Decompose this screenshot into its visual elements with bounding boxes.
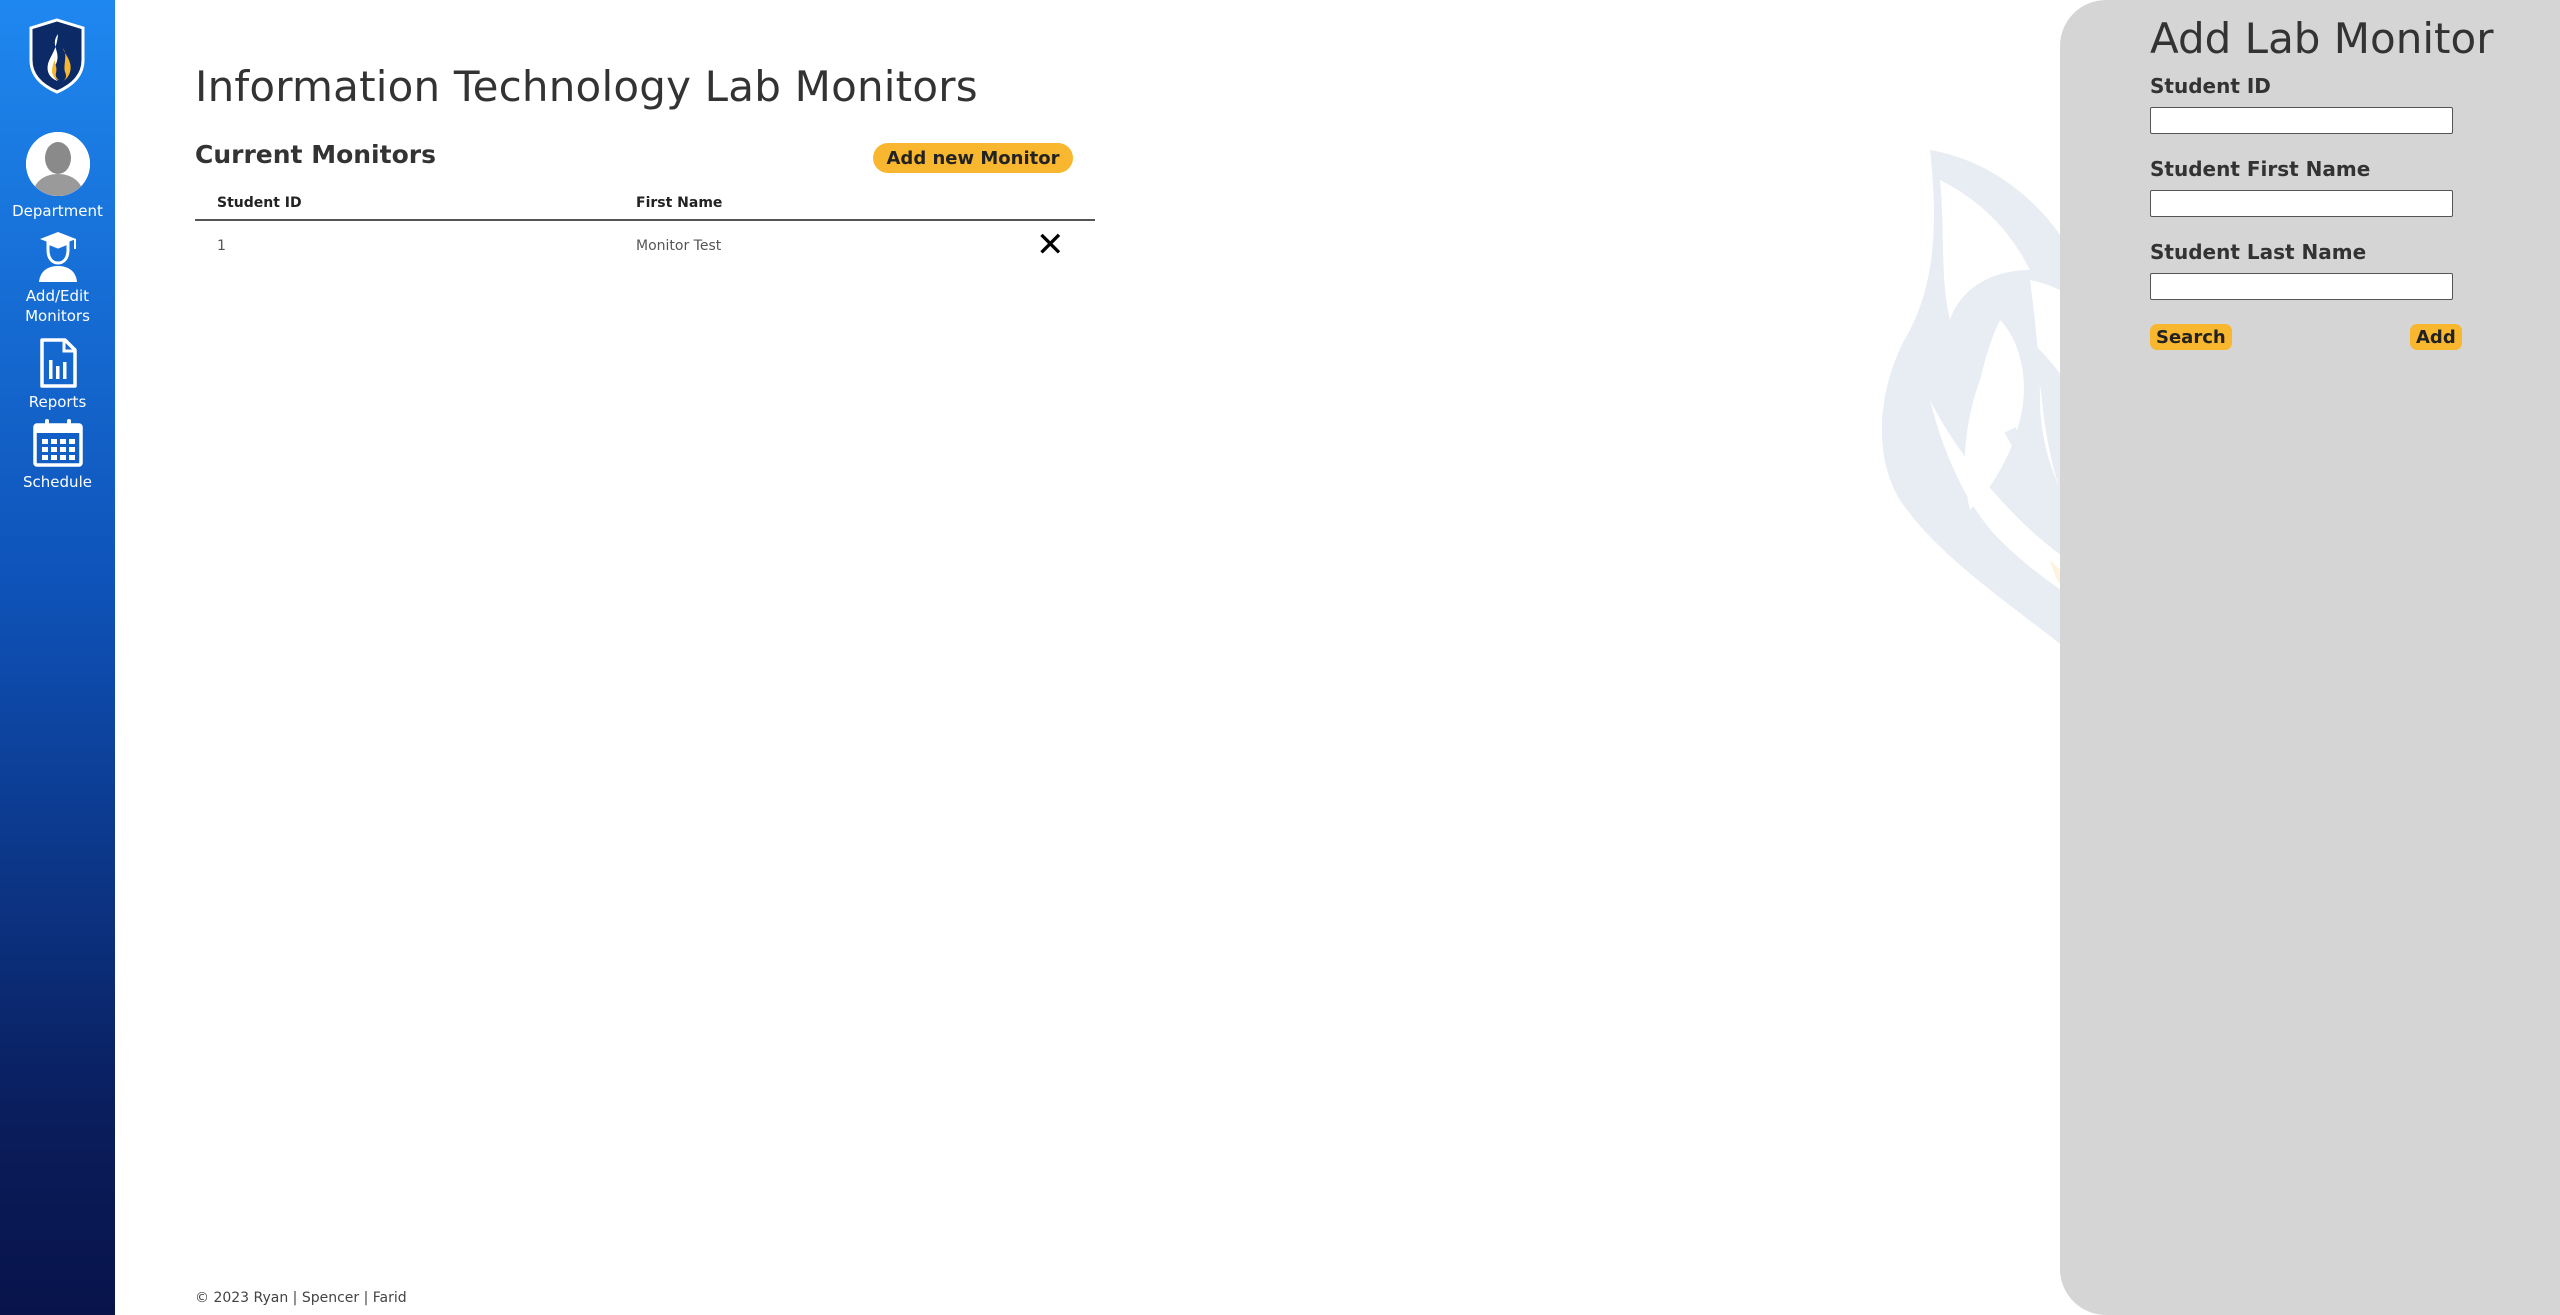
sidebar-item-label: Schedule <box>23 473 92 491</box>
student-last-name-input[interactable] <box>2150 273 2453 300</box>
avatar <box>25 132 90 196</box>
page-title: Information Technology Lab Monitors <box>195 62 978 111</box>
report-icon <box>39 338 77 388</box>
calendar-icon <box>32 419 83 467</box>
section-title: Current Monitors <box>195 140 436 169</box>
table-header-row: Student ID First Name <box>195 190 1095 221</box>
add-monitor-panel: Add Lab Monitor Student ID Student First… <box>2060 0 2560 1315</box>
sidebar-item-department[interactable]: Department <box>0 132 115 221</box>
table-row: 1 Monitor Test ✕ <box>195 220 1095 268</box>
cell-first-name: Monitor Test <box>636 237 722 254</box>
sidebar-item-add-edit-monitors[interactable]: Add/Edit Monitors <box>0 230 115 326</box>
sidebar-item-label: Department <box>12 202 103 220</box>
student-id-input[interactable] <box>2150 107 2453 134</box>
column-header-student-id: Student ID <box>195 190 614 221</box>
sidebar-item-label: Reports <box>28 393 87 411</box>
user-silhouette-icon <box>25 132 90 196</box>
sidebar-item-reports[interactable]: Reports <box>0 338 115 412</box>
sidebar-item-schedule[interactable]: Schedule <box>0 418 115 492</box>
panel-title: Add Lab Monitor <box>2150 14 2494 63</box>
student-last-name-label: Student Last Name <box>2150 240 2367 264</box>
footer-copyright: © 2023 Ryan | Spencer | Farid <box>195 1290 407 1306</box>
column-header-first-name: First Name <box>614 190 1036 221</box>
student-first-name-label: Student First Name <box>2150 157 2371 181</box>
add-button[interactable]: Add <box>2410 324 2462 350</box>
add-new-monitor-button[interactable]: Add new Monitor <box>873 143 1073 173</box>
search-button[interactable]: Search <box>2150 324 2232 350</box>
monitors-table: Student ID First Name 1 Monitor Test ✕ <box>195 190 1095 268</box>
delete-row-icon[interactable]: ✕ <box>1036 228 1065 262</box>
graduate-icon <box>38 232 77 282</box>
sidebar: Department Add/Edit Monitors Reports Sch… <box>0 0 115 1315</box>
student-id-label: Student ID <box>2150 74 2271 98</box>
student-first-name-input[interactable] <box>2150 190 2453 217</box>
cell-student-id: 1 <box>217 237 226 254</box>
university-logo-icon[interactable] <box>27 18 87 94</box>
sidebar-item-label: Add/Edit Monitors <box>25 287 90 325</box>
column-header-actions <box>1036 190 1095 221</box>
